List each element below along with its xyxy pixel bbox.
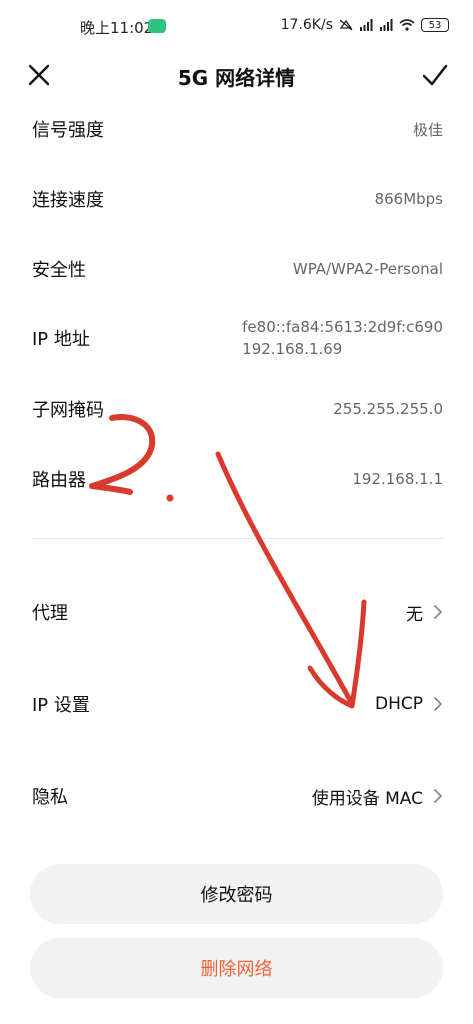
ip-address-label: IP 地址 (32, 329, 90, 350)
hd-signal-icon (360, 19, 373, 31)
ip-address-values: fe80::fa84:5613:2d9f:c690 192.168.1.69 (242, 316, 443, 360)
subnet-mask-label: 子网掩码 (32, 400, 104, 421)
hd-signal-icon (380, 19, 393, 31)
privacy-label: 隐私 (32, 787, 68, 808)
status-time: 晚上11:02 (80, 19, 154, 37)
link-speed-label: 连接速度 (32, 190, 104, 211)
security-label: 安全性 (32, 260, 86, 281)
privacy-row[interactable]: 隐私 使用设备 MAC (32, 776, 443, 816)
subnet-mask-value: 255.255.255.0 (333, 400, 443, 418)
security-row: 安全性 WPA/WPA2-Personal (32, 256, 443, 282)
header: 5G 网络详情 (0, 52, 473, 102)
security-value: WPA/WPA2-Personal (292, 260, 443, 278)
signal-strength-value: 极佳 (412, 120, 443, 139)
delete-network-button[interactable]: 删除网络 (30, 938, 443, 998)
battery-icon: 53 (421, 18, 449, 32)
link-speed-row: 连接速度 866Mbps (32, 186, 443, 212)
ip-address-row: IP 地址 fe80::fa84:5613:2d9f:c690 192.168.… (32, 316, 443, 360)
wifi-icon (399, 19, 415, 31)
mute-icon (339, 19, 353, 31)
router-label: 路由器 (32, 470, 86, 491)
checkmark-icon[interactable] (421, 62, 449, 88)
proxy-row[interactable]: 代理 无 (32, 592, 443, 632)
ipv4-address: 192.168.1.69 (242, 340, 343, 358)
proxy-label: 代理 (32, 603, 68, 624)
signal-strength-row: 信号强度 极佳 (32, 116, 443, 142)
router-value: 192.168.1.1 (352, 470, 443, 488)
proxy-value: 无 (406, 604, 423, 625)
ip-settings-value: DHCP (375, 694, 423, 714)
chevron-right-icon (434, 697, 442, 711)
network-speed: 17.6K/s (280, 17, 333, 33)
status-icons: 17.6K/s 53 (281, 17, 449, 33)
router-row: 路由器 192.168.1.1 (32, 466, 443, 492)
chevron-right-icon (434, 789, 442, 803)
page-title: 5G 网络详情 (177, 66, 296, 90)
privacy-value: 使用设备 MAC (311, 788, 423, 809)
section-divider (32, 538, 443, 539)
chevron-right-icon (434, 605, 442, 619)
change-password-button[interactable]: 修改密码 (30, 864, 443, 924)
status-bar: 晚上11:02 17.6K/s 53 (0, 0, 473, 52)
subnet-mask-row: 子网掩码 255.255.255.0 (32, 396, 443, 422)
app-notification-icon (148, 19, 166, 33)
ip-settings-label: IP 设置 (32, 695, 90, 716)
link-speed-value: 866Mbps (374, 190, 443, 208)
ip-settings-row[interactable]: IP 设置 DHCP (32, 684, 443, 724)
ipv6-address: fe80::fa84:5613:2d9f:c690 (242, 318, 443, 336)
signal-strength-label: 信号强度 (32, 120, 104, 141)
